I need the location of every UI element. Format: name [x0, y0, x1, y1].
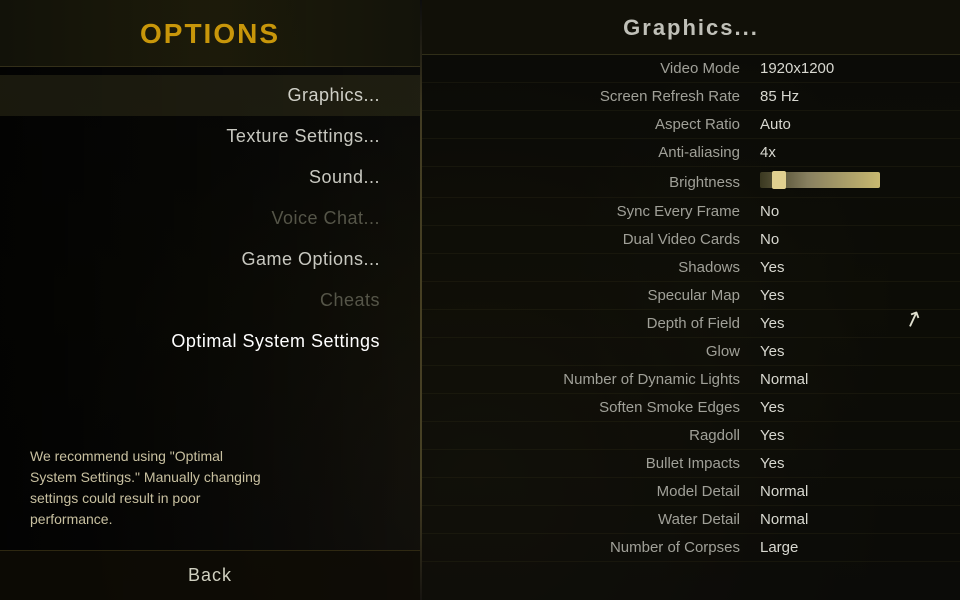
graphics-title: Graphics...: [422, 0, 960, 55]
setting-value[interactable]: Yes: [760, 259, 940, 276]
setting-row[interactable]: Aspect RatioAuto: [422, 111, 960, 139]
setting-label: Dual Video Cards: [442, 231, 760, 248]
setting-row[interactable]: RagdollYes: [422, 422, 960, 450]
setting-row[interactable]: Video Mode1920x1200: [422, 55, 960, 83]
setting-value[interactable]: 85 Hz: [760, 88, 940, 105]
setting-value[interactable]: Yes: [760, 343, 940, 360]
setting-label: Water Detail: [442, 511, 760, 528]
setting-row[interactable]: Water DetailNormal: [422, 506, 960, 534]
setting-label: Screen Refresh Rate: [442, 88, 760, 105]
right-panel: Graphics... Video Mode1920x1200Screen Re…: [422, 0, 960, 600]
setting-row[interactable]: Soften Smoke EdgesYes: [422, 394, 960, 422]
setting-row[interactable]: Anti-aliasing4x: [422, 139, 960, 167]
nav-item-graphics[interactable]: Graphics...: [0, 75, 420, 116]
setting-label: Brightness: [442, 174, 760, 191]
nav-item-texture[interactable]: Texture Settings...: [0, 116, 420, 157]
recommendation-text: We recommend using "Optimal System Setti…: [0, 426, 300, 550]
setting-value[interactable]: Yes: [760, 399, 940, 416]
setting-row[interactable]: Bullet ImpactsYes: [422, 450, 960, 478]
nav-item-cheats: Cheats: [0, 280, 420, 321]
back-button[interactable]: Back: [168, 561, 252, 590]
left-panel: Options Graphics...Texture Settings...So…: [0, 0, 420, 600]
setting-label: Model Detail: [442, 483, 760, 500]
setting-label: Specular Map: [442, 287, 760, 304]
setting-value[interactable]: Normal: [760, 371, 940, 388]
back-button-container: Back: [0, 550, 420, 600]
setting-row[interactable]: Screen Refresh Rate85 Hz: [422, 83, 960, 111]
setting-label: Depth of Field: [442, 315, 760, 332]
setting-label: Shadows: [442, 259, 760, 276]
settings-list: Video Mode1920x1200Screen Refresh Rate85…: [422, 55, 960, 600]
brightness-handle: [772, 171, 786, 189]
setting-row[interactable]: Dual Video CardsNo: [422, 226, 960, 254]
setting-label: Glow: [442, 343, 760, 360]
setting-row[interactable]: ShadowsYes: [422, 254, 960, 282]
nav-item-sound[interactable]: Sound...: [0, 157, 420, 198]
setting-value[interactable]: Yes: [760, 455, 940, 472]
setting-label: Number of Corpses: [442, 539, 760, 556]
nav-item-optimal[interactable]: Optimal System Settings: [0, 321, 420, 362]
setting-label: Soften Smoke Edges: [442, 399, 760, 416]
setting-row[interactable]: Model DetailNormal: [422, 478, 960, 506]
setting-value[interactable]: Yes: [760, 427, 940, 444]
setting-value[interactable]: 4x: [760, 144, 940, 161]
setting-label: Ragdoll: [442, 427, 760, 444]
nav-menu: Graphics...Texture Settings...Sound...Vo…: [0, 67, 420, 426]
setting-value[interactable]: [760, 172, 940, 192]
setting-label: Aspect Ratio: [442, 116, 760, 133]
setting-row[interactable]: Depth of FieldYes: [422, 310, 960, 338]
setting-row[interactable]: Sync Every FrameNo: [422, 198, 960, 226]
setting-label: Video Mode: [442, 60, 760, 77]
nav-item-voicechat: Voice Chat...: [0, 198, 420, 239]
setting-row[interactable]: Number of Dynamic LightsNormal: [422, 366, 960, 394]
options-title: Options: [0, 0, 420, 67]
setting-row[interactable]: Specular MapYes: [422, 282, 960, 310]
setting-value[interactable]: Large: [760, 539, 940, 556]
setting-label: Sync Every Frame: [442, 203, 760, 220]
setting-value[interactable]: Yes: [760, 287, 940, 304]
setting-value[interactable]: No: [760, 203, 940, 220]
nav-item-gameoptions[interactable]: Game Options...: [0, 239, 420, 280]
setting-value[interactable]: 1920x1200: [760, 60, 940, 77]
setting-value[interactable]: Normal: [760, 483, 940, 500]
setting-row[interactable]: Number of CorpsesLarge: [422, 534, 960, 562]
setting-label: Anti-aliasing: [442, 144, 760, 161]
setting-value[interactable]: Auto: [760, 116, 940, 133]
setting-row[interactable]: GlowYes: [422, 338, 960, 366]
brightness-slider[interactable]: [760, 172, 880, 188]
setting-row[interactable]: Brightness: [422, 167, 960, 198]
setting-value[interactable]: No: [760, 231, 940, 248]
setting-label: Bullet Impacts: [442, 455, 760, 472]
setting-value[interactable]: Normal: [760, 511, 940, 528]
setting-label: Number of Dynamic Lights: [442, 371, 760, 388]
